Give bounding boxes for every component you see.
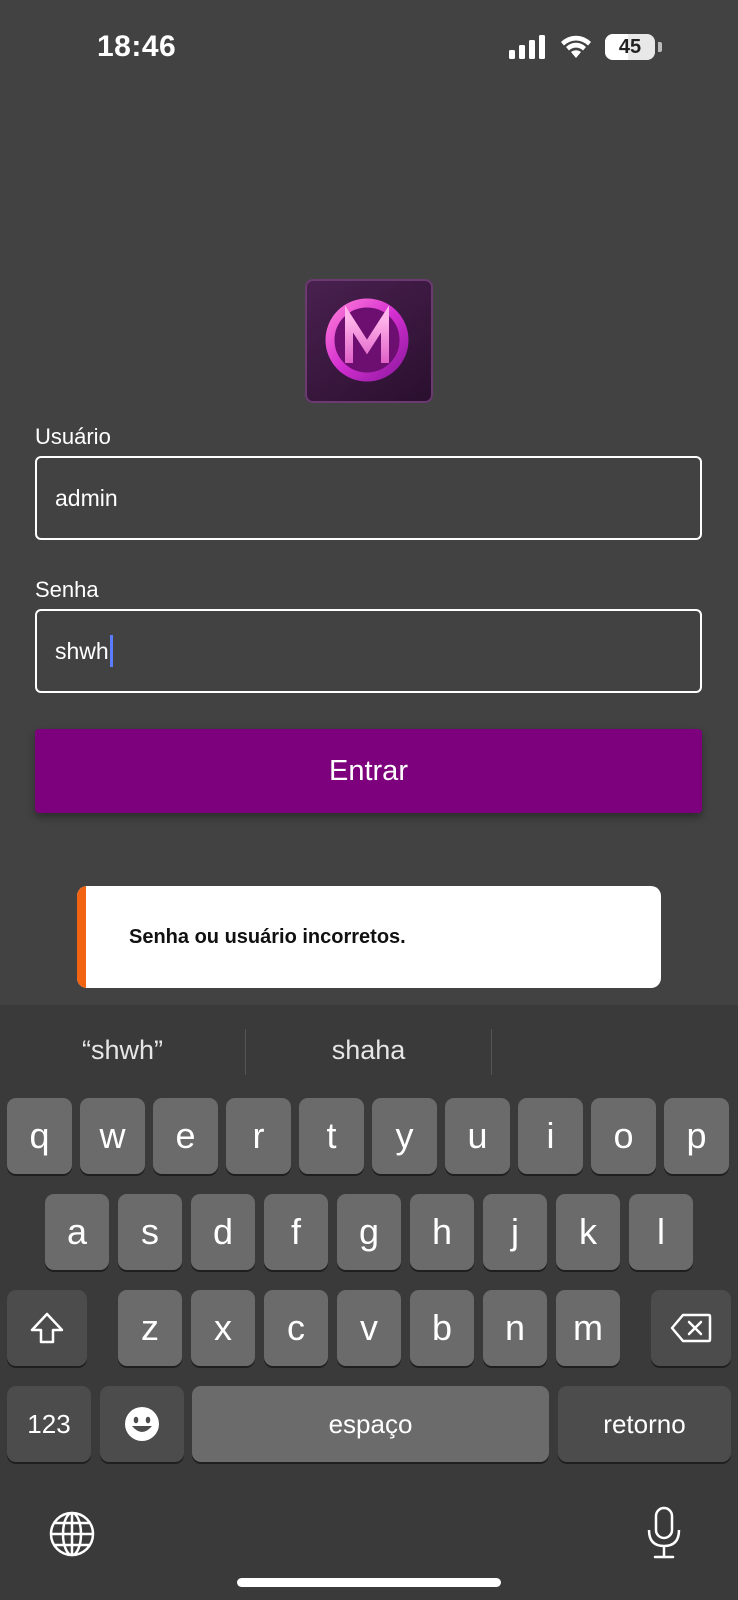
numbers-key[interactable]: 123	[7, 1386, 91, 1462]
suggestion-1[interactable]: “shwh”	[0, 1005, 245, 1095]
shift-icon	[30, 1312, 64, 1344]
emoji-key[interactable]	[100, 1386, 184, 1462]
space-key[interactable]: espaço	[192, 1386, 549, 1462]
key-k[interactable]: k	[556, 1194, 620, 1270]
key-v[interactable]: v	[337, 1290, 401, 1366]
key-n[interactable]: n	[483, 1290, 547, 1366]
password-value: shwh	[55, 637, 109, 664]
key-c[interactable]: c	[264, 1290, 328, 1366]
key-r[interactable]: r	[226, 1098, 291, 1174]
battery-icon: 45	[605, 34, 655, 60]
globe-icon	[49, 1511, 95, 1557]
wifi-icon	[561, 35, 591, 58]
toast-accent-bar	[77, 886, 86, 988]
key-b[interactable]: b	[410, 1290, 474, 1366]
key-m[interactable]: m	[556, 1290, 620, 1366]
key-y[interactable]: y	[372, 1098, 437, 1174]
error-toast[interactable]: Senha ou usuário incorretos.	[77, 886, 661, 988]
key-f[interactable]: f	[264, 1194, 328, 1270]
password-input[interactable]: shwh	[35, 609, 702, 693]
signal-icon	[509, 35, 545, 59]
key-l[interactable]: l	[629, 1194, 693, 1270]
key-s[interactable]: s	[118, 1194, 182, 1270]
key-u[interactable]: u	[445, 1098, 510, 1174]
key-j[interactable]: j	[483, 1194, 547, 1270]
status-time: 18:46	[97, 30, 177, 63]
key-e[interactable]: e	[153, 1098, 218, 1174]
battery-nub	[658, 42, 662, 52]
backspace-icon	[670, 1313, 712, 1343]
key-i[interactable]: i	[518, 1098, 583, 1174]
shift-key[interactable]	[7, 1290, 87, 1366]
battery-percent: 45	[618, 35, 642, 58]
toast-message: Senha ou usuário incorretos.	[129, 925, 406, 948]
key-w[interactable]: w	[80, 1098, 145, 1174]
key-q[interactable]: q	[7, 1098, 72, 1174]
suggestion-2[interactable]: shaha	[246, 1005, 491, 1095]
dictation-key[interactable]	[646, 1506, 682, 1565]
username-value: admin	[55, 484, 118, 511]
suggestion-3[interactable]	[492, 1005, 738, 1095]
key-p[interactable]: p	[664, 1098, 729, 1174]
status-icons: 45	[509, 34, 662, 60]
username-label: Usuário	[35, 424, 111, 449]
key-a[interactable]: a	[45, 1194, 109, 1270]
globe-key[interactable]	[48, 1510, 96, 1563]
key-z[interactable]: z	[118, 1290, 182, 1366]
key-h[interactable]: h	[410, 1194, 474, 1270]
backspace-key[interactable]	[651, 1290, 731, 1366]
m-letter-logo-icon	[325, 298, 409, 382]
login-button[interactable]: Entrar	[35, 729, 702, 813]
microphone-icon	[647, 1506, 681, 1559]
emoji-icon	[125, 1407, 159, 1441]
key-t[interactable]: t	[299, 1098, 364, 1174]
key-x[interactable]: x	[191, 1290, 255, 1366]
key-o[interactable]: o	[591, 1098, 656, 1174]
app-logo	[305, 279, 433, 403]
username-input[interactable]: admin	[35, 456, 702, 540]
home-indicator[interactable]	[237, 1578, 501, 1587]
key-g[interactable]: g	[337, 1194, 401, 1270]
password-label: Senha	[35, 577, 99, 602]
text-cursor	[109, 635, 113, 667]
key-d[interactable]: d	[191, 1194, 255, 1270]
return-key[interactable]: retorno	[558, 1386, 731, 1462]
keyboard: “shwh” shaha q w e r t y u i o p a s d f…	[0, 1005, 738, 1600]
